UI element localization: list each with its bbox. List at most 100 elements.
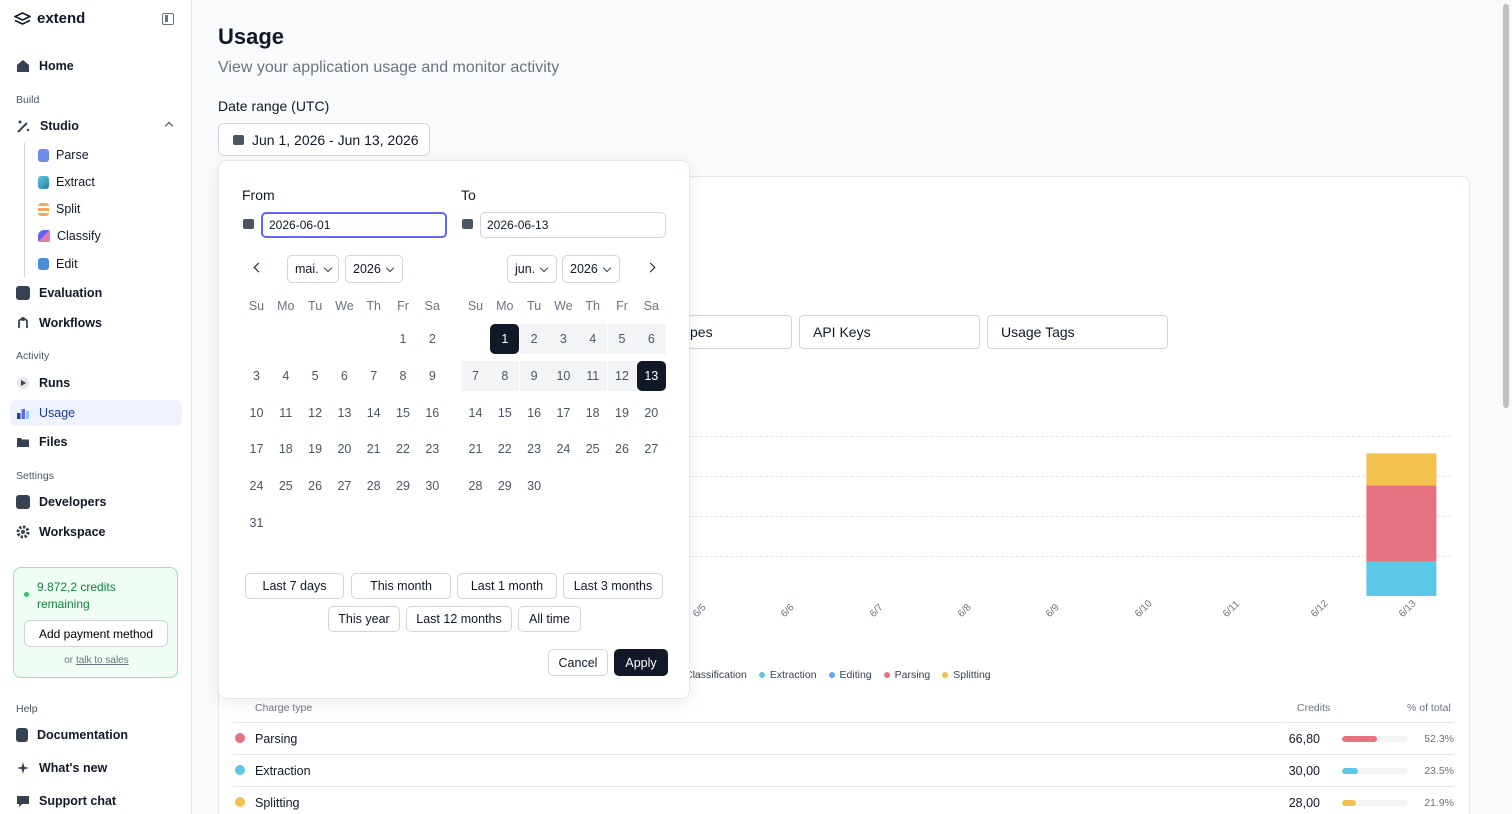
scrollbar-thumb[interactable] <box>1503 4 1509 408</box>
preset-button[interactable]: Last 3 months <box>563 573 663 599</box>
sidebar-item-parse[interactable]: Parse <box>38 144 89 166</box>
calendar-day[interactable]: 18 <box>578 398 607 428</box>
table-row[interactable]: Parsing 66,80 52.3% <box>233 722 1454 754</box>
calendar-day[interactable]: 17 <box>242 434 271 464</box>
calendar-day[interactable]: 8 <box>389 361 418 391</box>
calendar-day[interactable]: 26 <box>301 471 330 501</box>
calendar-day[interactable]: 13 <box>330 398 359 428</box>
sidebar-item-runs[interactable]: Runs <box>10 370 182 396</box>
calendar-day[interactable]: 7 <box>359 361 388 391</box>
legend-item[interactable]: Extraction <box>758 669 817 681</box>
next-month-icon[interactable] <box>645 262 656 273</box>
calendar-day[interactable]: 9 <box>418 361 447 391</box>
calendar-day[interactable]: 11 <box>271 398 300 428</box>
legend-item[interactable]: Parsing <box>883 669 930 681</box>
chevron-up-icon[interactable] <box>164 121 174 131</box>
from-date-input[interactable]: 2026-06-01 <box>261 212 447 238</box>
calendar-day[interactable]: 30 <box>520 471 549 501</box>
legend-item[interactable]: Splitting <box>942 669 991 681</box>
calendar-day[interactable]: 14 <box>359 398 388 428</box>
sidebar-item-split[interactable]: Split <box>38 198 80 220</box>
sidebar-item-whats-new[interactable]: What's new <box>10 755 182 781</box>
calendar-day[interactable]: 10 <box>242 398 271 428</box>
calendar-day[interactable]: 26 <box>608 434 637 464</box>
calendar-day[interactable]: 25 <box>578 434 607 464</box>
calendar-day[interactable]: 10 <box>548 360 578 391</box>
calendar-day[interactable]: 5 <box>607 324 637 354</box>
calendar-day[interactable]: 29 <box>389 471 418 501</box>
calendar-day[interactable]: 14 <box>461 398 490 428</box>
calendar-day[interactable]: 15 <box>490 398 519 428</box>
sidebar-item-files[interactable]: Files <box>10 429 182 455</box>
calendar-day[interactable]: 22 <box>389 434 418 464</box>
calendar-day[interactable]: 22 <box>490 434 519 464</box>
calendar-day[interactable]: 9 <box>519 360 549 391</box>
calendar-day[interactable]: 18 <box>271 434 300 464</box>
to-date-input[interactable]: 2026-06-13 <box>480 212 666 238</box>
calendar-day[interactable]: 2 <box>418 324 447 354</box>
sidebar-collapse-icon[interactable] <box>162 13 174 25</box>
table-row[interactable]: Splitting 28,00 21.9% <box>233 786 1454 814</box>
calendar-day[interactable]: 12 <box>607 360 637 391</box>
sidebar-item-developers[interactable]: Developers <box>10 489 182 515</box>
prev-month-icon[interactable] <box>253 262 264 273</box>
sidebar-item-classify[interactable]: Classify <box>38 225 101 247</box>
calendar-day[interactable]: 16 <box>520 398 549 428</box>
calendar-day[interactable]: 13 <box>636 360 666 391</box>
sidebar-item-usage[interactable]: Usage <box>10 400 182 426</box>
preset-button[interactable]: Last 7 days <box>245 573 344 599</box>
preset-button[interactable]: This month <box>351 573 451 599</box>
preset-button[interactable]: All time <box>518 606 581 632</box>
preset-button[interactable]: Last 1 month <box>457 573 557 599</box>
calendar-day[interactable]: 21 <box>359 434 388 464</box>
calendar-day[interactable]: 7 <box>461 360 490 391</box>
calendar-day[interactable]: 16 <box>418 398 447 428</box>
calendar-day[interactable]: 28 <box>461 471 490 501</box>
preset-button[interactable]: Last 12 months <box>406 606 512 632</box>
sidebar-item-workflows[interactable]: Workflows <box>10 310 182 336</box>
right-month-select[interactable]: jun. <box>507 255 557 283</box>
calendar-day[interactable]: 29 <box>490 471 519 501</box>
calendar-day[interactable]: 27 <box>330 471 359 501</box>
calendar-day[interactable]: 11 <box>578 360 608 391</box>
calendar-day[interactable]: 3 <box>242 361 271 391</box>
calendar-day[interactable]: 30 <box>418 471 447 501</box>
calendar-day[interactable]: 17 <box>549 398 578 428</box>
sidebar-item-studio[interactable]: Studio <box>10 113 182 139</box>
right-year-select[interactable]: 2026 <box>562 255 620 283</box>
calendar-day[interactable]: 19 <box>608 398 637 428</box>
calendar-day[interactable]: 20 <box>637 398 666 428</box>
table-row[interactable]: Extraction 30,00 23.5% <box>233 754 1454 786</box>
sidebar-item-evaluation[interactable]: Evaluation <box>10 280 182 306</box>
calendar-day[interactable]: 8 <box>490 360 520 391</box>
calendar-day[interactable]: 6 <box>636 324 666 354</box>
preset-button[interactable]: This year <box>328 606 400 632</box>
legend-item[interactable]: Editing <box>828 669 872 681</box>
sidebar-item-workspace[interactable]: Workspace <box>10 519 182 545</box>
add-payment-method-button[interactable]: Add payment method <box>24 620 168 647</box>
calendar-day[interactable]: 1 <box>490 324 520 354</box>
sidebar-item-support-chat[interactable]: Support chat <box>10 788 182 814</box>
brand[interactable]: extend <box>14 10 85 27</box>
apply-button[interactable]: Apply <box>614 649 668 676</box>
calendar-day[interactable]: 5 <box>301 361 330 391</box>
calendar-day[interactable]: 28 <box>359 471 388 501</box>
calendar-day[interactable]: 21 <box>461 434 490 464</box>
calendar-day[interactable]: 3 <box>548 324 578 354</box>
calendar-day[interactable]: 20 <box>330 434 359 464</box>
date-range-button[interactable]: Jun 1, 2026 - Jun 13, 2026 <box>218 123 430 156</box>
filter-usage-tags[interactable]: Usage Tags <box>987 315 1168 349</box>
scrollbar[interactable] <box>1500 0 1512 814</box>
calendar-day[interactable]: 2 <box>519 324 549 354</box>
calendar-day[interactable]: 23 <box>520 434 549 464</box>
filter-api-keys[interactable]: API Keys <box>799 315 980 349</box>
calendar-day[interactable]: 6 <box>330 361 359 391</box>
filter-types[interactable]: pes <box>676 315 792 349</box>
sidebar-item-extract[interactable]: Extract <box>38 171 95 193</box>
left-month-select[interactable]: mai. <box>287 255 339 283</box>
calendar-day[interactable]: 4 <box>578 324 608 354</box>
calendar-day[interactable]: 1 <box>389 324 418 354</box>
calendar-day[interactable]: 23 <box>418 434 447 464</box>
calendar-day[interactable]: 24 <box>549 434 578 464</box>
left-year-select[interactable]: 2026 <box>345 255 403 283</box>
